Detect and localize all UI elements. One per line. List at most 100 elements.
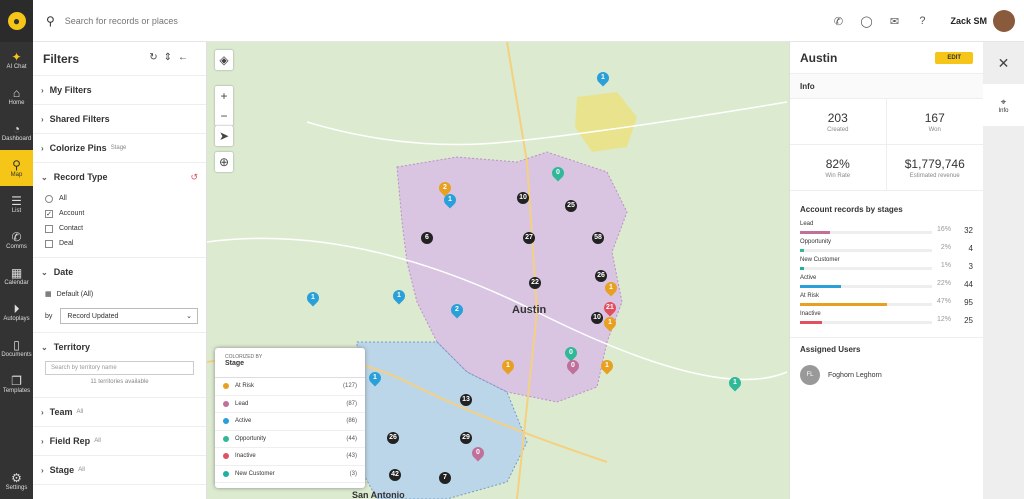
nav-label: Map (10, 172, 23, 178)
map-pin[interactable]: 42 (389, 469, 401, 481)
pin-count: 2 (455, 306, 459, 313)
nav-map[interactable]: ⚲ Map (0, 150, 33, 186)
chat-icon[interactable]: ◯ (852, 15, 880, 28)
territory-search-input[interactable]: Search by territory name (45, 361, 194, 375)
pin-count: 1 (397, 292, 401, 299)
chevron-right-icon: › (41, 114, 44, 124)
stage-bar[interactable]: Opportunity 2% 4 (800, 239, 973, 257)
recenter-button[interactable]: ⊕ (215, 152, 233, 172)
legend-row[interactable]: New Customer (3) (215, 466, 365, 483)
map-pin[interactable]: 58 (592, 232, 604, 244)
nav-calendar[interactable]: ▦ Calendar (0, 258, 33, 294)
pin-count: 10 (593, 314, 601, 321)
user-name[interactable]: Zack SM (950, 16, 987, 26)
legend-label: At Risk (235, 383, 255, 390)
map-pin[interactable]: 29 (460, 432, 472, 444)
map-pin[interactable]: 27 (523, 232, 535, 244)
map-pin[interactable]: 6 (421, 232, 433, 244)
legend-row[interactable]: Opportunity (44) (215, 431, 365, 448)
edit-button[interactable]: EDIT (935, 51, 973, 64)
nav-comms[interactable]: ✆ Comms (0, 222, 33, 258)
help-icon[interactable]: ? (908, 15, 936, 27)
colorize-pins[interactable]: › Colorize Pins Stage (41, 134, 198, 162)
assigned-user[interactable]: FL Foghorn Leghorn (790, 361, 983, 389)
stage-bar[interactable]: Active 22% 44 (800, 275, 973, 293)
map-pin[interactable]: 26 (595, 270, 607, 282)
date-by-select[interactable]: Record Updated ⌄ (60, 308, 198, 324)
stage-bar[interactable]: New Customer 1% 3 (800, 257, 973, 275)
stage-bar[interactable]: At Risk 47% 95 (800, 293, 973, 311)
legend-row[interactable]: Inactive (43) (215, 448, 365, 466)
navigate-icon: ➤ (218, 129, 230, 143)
zoom-in-button[interactable]: + (215, 86, 233, 106)
nav-home[interactable]: ⌂ Home (0, 78, 33, 114)
date-filter[interactable]: ⌄ Date (41, 258, 198, 286)
list-icon: ☰ (11, 194, 22, 208)
legend-row[interactable]: At Risk (127) (215, 378, 365, 396)
map-pin[interactable]: 13 (460, 394, 472, 406)
search-input[interactable] (64, 15, 465, 26)
nav-autoplays[interactable]: ⏵ Autoplays (0, 294, 33, 330)
nav-documents[interactable]: ▯ Documents (0, 330, 33, 366)
pin-count: 29 (462, 434, 470, 441)
map-pin[interactable]: 7 (439, 472, 451, 484)
side-tabs: ✕ ⌖ Info (983, 42, 1024, 499)
map-pin[interactable]: 22 (529, 277, 541, 289)
stage-filter[interactable]: › Stage All (41, 456, 198, 484)
phone-icon[interactable]: ✆ (824, 15, 852, 28)
nav-label: Calendar (4, 280, 29, 286)
map-pin[interactable]: 10 (591, 312, 603, 324)
assigned-heading: Assigned Users (790, 337, 983, 361)
field-rep-filter[interactable]: › Field Rep All (41, 427, 198, 455)
legend-dot-icon (223, 418, 229, 425)
pin-count: 42 (391, 471, 399, 478)
record-type[interactable]: ⌄ Record Type ↺ (41, 163, 198, 191)
legend-label: Inactive (235, 453, 256, 460)
legend-label: Lead (235, 400, 249, 407)
pin-count: 26 (389, 434, 397, 441)
pin-count: 0 (556, 169, 560, 176)
nav-templates[interactable]: ❐ Templates (0, 366, 33, 402)
pin-count: 27 (525, 234, 533, 241)
territory-count: 11 territories available (90, 379, 149, 385)
user-name: Foghorn Leghorn (828, 371, 882, 379)
nav-ai-chat[interactable]: ✦ AI Chat (0, 42, 33, 78)
section-sub: All (78, 467, 85, 473)
locate-button[interactable]: ➤ (215, 126, 233, 146)
by-label: by (45, 312, 53, 320)
stage-count: 32 (964, 226, 973, 235)
app-logo[interactable]: ● (0, 0, 33, 42)
record-account[interactable]: ✓ Account (41, 206, 198, 221)
legend-row[interactable]: Active (86) (215, 413, 365, 431)
my-filters[interactable]: › My Filters (41, 76, 198, 104)
chevron-down-icon: ⌄ (41, 342, 48, 352)
record-contact[interactable]: Contact (41, 221, 198, 236)
nav-settings[interactable]: ⚙ Settings (0, 463, 33, 499)
map-canvas[interactable]: + − ◈ ➤ ⊕ Austin San Antonio 2 1 0 10 25 1 6 27… (207, 42, 789, 499)
map-pin[interactable]: 25 (565, 200, 577, 212)
tab-info[interactable]: ⌖ Info (983, 84, 1024, 126)
avatar[interactable] (993, 10, 1015, 32)
nav-list[interactable]: ☰ List (0, 186, 33, 222)
map-pin[interactable]: 26 (387, 432, 399, 444)
date-default[interactable]: ▦ Default (All) (41, 286, 198, 302)
filter-actions[interactable]: ↻⇕← (149, 52, 194, 63)
close-icon[interactable]: ✕ (983, 42, 1024, 84)
record-all[interactable]: All (41, 191, 198, 206)
team-filter[interactable]: › Team All (41, 398, 198, 426)
stage-bar[interactable]: Lead 16% 32 (800, 221, 973, 239)
section-sub: All (94, 438, 101, 444)
record-deal[interactable]: Deal (41, 236, 198, 251)
territory-filter[interactable]: ⌄ Territory (41, 333, 198, 361)
zoom-out-button[interactable]: − (215, 106, 233, 126)
shared-filters[interactable]: › Shared Filters (41, 105, 198, 133)
legend-row[interactable]: Lead (87) (215, 396, 365, 413)
mail-icon[interactable]: ✉ (880, 15, 908, 28)
option-label: Account (59, 210, 85, 217)
layers-button[interactable]: ◈ (215, 50, 233, 70)
stage-track (800, 285, 932, 288)
nav-dashboard[interactable]: ◔ Dashboard (0, 114, 33, 150)
map-pin[interactable]: 10 (517, 192, 529, 204)
reset-icon[interactable]: ↺ (190, 172, 198, 183)
stage-bar[interactable]: Inactive 12% 25 (800, 311, 973, 329)
